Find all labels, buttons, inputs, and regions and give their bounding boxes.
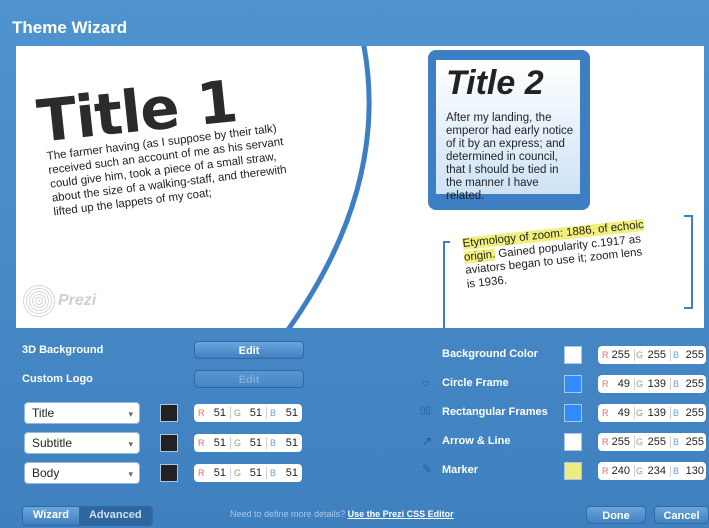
done-button[interactable]: Done bbox=[586, 506, 646, 524]
title-2-body: After my landing, the emperor had early … bbox=[446, 112, 574, 202]
divider bbox=[670, 349, 671, 361]
marker-label: Marker bbox=[442, 464, 479, 476]
prezi-logo-text: Prezi bbox=[58, 292, 97, 309]
divider bbox=[634, 407, 635, 419]
theme-wizard-window: Theme Wizard Title 1 The farmer having (… bbox=[0, 0, 709, 528]
body-font-label: Body bbox=[32, 466, 60, 480]
subtitle-color-swatch[interactable] bbox=[160, 434, 178, 452]
divider bbox=[266, 407, 267, 419]
body-r-value[interactable]: 51 bbox=[204, 464, 226, 482]
body-rgb-field[interactable]: R 51 G 51 B 51 bbox=[194, 464, 302, 482]
arrow-g-value[interactable]: 255 bbox=[641, 433, 666, 451]
circle-b-value[interactable]: 255 bbox=[678, 375, 704, 393]
circle-r-value[interactable]: 49 bbox=[606, 375, 630, 393]
hint-text: Need to define more details? bbox=[230, 509, 346, 519]
circle-g-value[interactable]: 139 bbox=[641, 375, 666, 393]
rectangular-frames-icon: ▯▯ bbox=[420, 405, 432, 416]
body-g-value[interactable]: 51 bbox=[240, 464, 262, 482]
divider bbox=[670, 378, 671, 390]
rectangular-frames-swatch[interactable] bbox=[564, 404, 582, 422]
rect-r-value[interactable]: 49 bbox=[606, 404, 630, 422]
prezi-logo: Prezi bbox=[20, 284, 110, 320]
body-b-value[interactable]: 51 bbox=[276, 464, 298, 482]
rectangular-frame: Title 2 After my landing, the emperor ha… bbox=[428, 50, 590, 210]
bg-r-value[interactable]: 255 bbox=[606, 346, 630, 364]
arrow-r-value[interactable]: 255 bbox=[606, 433, 630, 451]
marker-rgb-field[interactable]: R 240 G 234 B 130 bbox=[598, 462, 706, 480]
title-b-value[interactable]: 51 bbox=[276, 404, 298, 422]
arrow-line-rgb-field[interactable]: R 255 G 255 B 255 bbox=[598, 433, 706, 451]
background-color-swatch[interactable] bbox=[564, 346, 582, 364]
subtitle-rgb-field[interactable]: R 51 G 51 B 51 bbox=[194, 434, 302, 452]
css-editor-link[interactable]: Use the Prezi CSS Editor bbox=[348, 509, 454, 519]
divider bbox=[634, 436, 635, 448]
marker-icon: ✎ bbox=[422, 462, 433, 476]
chevron-down-icon: ▾ bbox=[128, 469, 133, 479]
bg-b-value[interactable]: 255 bbox=[678, 346, 704, 364]
title-font-select[interactable]: Title ▾ bbox=[24, 402, 140, 424]
divider bbox=[634, 378, 635, 390]
rect-b-value[interactable]: 255 bbox=[678, 404, 704, 422]
cancel-button[interactable]: Cancel bbox=[654, 506, 709, 524]
background-color-label: Background Color bbox=[442, 348, 538, 360]
mode-tabs: Wizard Advanced bbox=[22, 506, 153, 526]
marker-swatch[interactable] bbox=[564, 462, 582, 480]
arrow-line-icon: ↗ bbox=[422, 434, 433, 448]
title-color-swatch[interactable] bbox=[160, 404, 178, 422]
custom-logo-edit-button[interactable]: Edit bbox=[194, 370, 304, 388]
circle-frame-icon: ○ bbox=[422, 376, 430, 390]
marker-b-value[interactable]: 130 bbox=[678, 462, 704, 480]
divider bbox=[230, 467, 231, 479]
divider bbox=[670, 436, 671, 448]
body-color-swatch[interactable] bbox=[160, 464, 178, 482]
chevron-down-icon: ▾ bbox=[128, 439, 133, 449]
chevron-down-icon: ▾ bbox=[128, 409, 133, 419]
title-bar: Theme Wizard bbox=[0, 0, 709, 44]
divider bbox=[670, 465, 671, 477]
divider bbox=[266, 437, 267, 449]
theme-preview: Title 1 The farmer having (as I suppose … bbox=[16, 46, 704, 328]
bracket-left bbox=[443, 241, 450, 328]
3d-background-edit-button[interactable]: Edit bbox=[194, 341, 304, 359]
title-g-value[interactable]: 51 bbox=[240, 404, 262, 422]
divider bbox=[634, 349, 635, 361]
subtitle-font-label: Subtitle bbox=[32, 436, 73, 450]
title-2: Title 2 bbox=[446, 64, 544, 102]
rectangular-frames-rgb-field[interactable]: R 49 G 139 B 255 bbox=[598, 404, 706, 422]
circle-frame-swatch[interactable] bbox=[564, 375, 582, 393]
3d-background-label: 3D Background bbox=[22, 344, 104, 356]
divider bbox=[634, 465, 635, 477]
title-font-label: Title bbox=[32, 406, 55, 420]
divider bbox=[230, 407, 231, 419]
marker-r-value[interactable]: 240 bbox=[606, 462, 630, 480]
tab-wizard[interactable]: Wizard bbox=[23, 507, 79, 525]
css-editor-hint: Need to define more details? Use the Pre… bbox=[230, 509, 454, 519]
divider bbox=[670, 407, 671, 419]
title-rgb-field[interactable]: R 51 G 51 B 51 bbox=[194, 404, 302, 422]
rectangular-frames-label: Rectangular Frames bbox=[442, 406, 548, 418]
bracket-right bbox=[684, 215, 693, 309]
background-rgb-field[interactable]: R 255 G 255 B 255 bbox=[598, 346, 706, 364]
rectangular-frame-inner: Title 2 After my landing, the emperor ha… bbox=[436, 60, 580, 202]
title-r-value[interactable]: 51 bbox=[204, 404, 226, 422]
subtitle-r-value[interactable]: 51 bbox=[204, 434, 226, 452]
arrow-line-label: Arrow & Line bbox=[442, 435, 511, 447]
subtitle-b-value[interactable]: 51 bbox=[276, 434, 298, 452]
rect-g-value[interactable]: 139 bbox=[641, 404, 666, 422]
tab-advanced[interactable]: Advanced bbox=[78, 507, 152, 525]
marker-g-value[interactable]: 234 bbox=[641, 462, 666, 480]
arrow-b-value[interactable]: 255 bbox=[678, 433, 704, 451]
subtitle-font-select[interactable]: Subtitle ▾ bbox=[24, 432, 140, 454]
circle-frame-rgb-field[interactable]: R 49 G 139 B 255 bbox=[598, 375, 706, 393]
body-font-select[interactable]: Body ▾ bbox=[24, 462, 140, 484]
divider bbox=[230, 437, 231, 449]
bg-g-value[interactable]: 255 bbox=[641, 346, 666, 364]
custom-logo-label: Custom Logo bbox=[22, 373, 93, 385]
arrow-line-swatch[interactable] bbox=[564, 433, 582, 451]
divider bbox=[266, 467, 267, 479]
window-title: Theme Wizard bbox=[12, 18, 128, 37]
subtitle-g-value[interactable]: 51 bbox=[240, 434, 262, 452]
circle-frame-label: Circle Frame bbox=[442, 377, 509, 389]
prezi-logo-ring-icon bbox=[22, 284, 56, 318]
